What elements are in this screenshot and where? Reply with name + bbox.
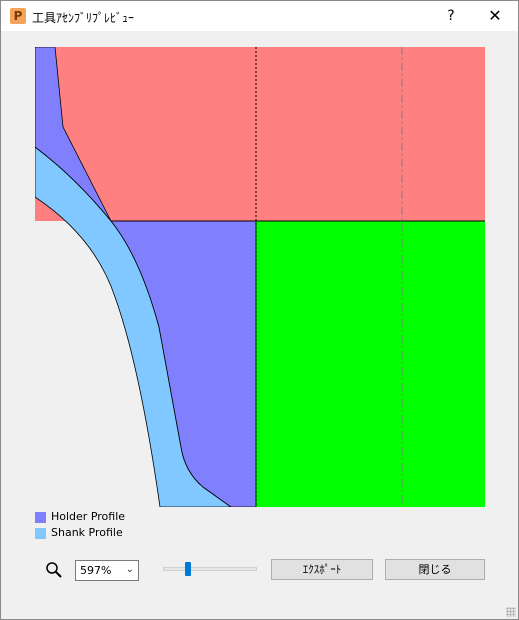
tool-preview-canvas[interactable] <box>35 47 485 507</box>
cutter-green-region <box>256 221 485 507</box>
legend-swatch-holder <box>35 512 46 523</box>
title-bar: P 工具ｱｾﾝﾌﾞﾘﾌﾟﾚﾋﾞｭｰ ? ✕ <box>1 1 518 31</box>
zoom-slider-thumb[interactable] <box>185 562 191 576</box>
close-button[interactable]: 閉じる <box>385 559 485 580</box>
legend-label-holder: Holder Profile <box>51 510 126 523</box>
tool-assembly-preview-window: P 工具ｱｾﾝﾌﾞﾘﾌﾟﾚﾋﾞｭｰ ? ✕ Holder Profile Sha… <box>0 0 519 620</box>
window-title: 工具ｱｾﾝﾌﾞﾘﾌﾟﾚﾋﾞｭｰ <box>32 11 135 25</box>
zoom-select[interactable]: 597% ⌄ <box>75 560 139 581</box>
close-window-button[interactable]: ✕ <box>483 4 507 28</box>
chevron-down-icon: ⌄ <box>125 564 134 575</box>
export-button[interactable]: ｴｸｽﾎﾟｰﾄ <box>271 559 373 580</box>
legend-label-shank: Shank Profile <box>51 526 123 539</box>
cutter-red-region <box>35 47 485 221</box>
legend-swatch-shank <box>35 528 46 539</box>
app-icon: P <box>10 8 26 24</box>
zoom-value: 597% <box>80 564 112 577</box>
tool-preview-drawing <box>35 47 485 507</box>
magnifier-icon <box>46 562 62 578</box>
zoom-slider-track[interactable] <box>163 567 257 571</box>
resize-grip-icon[interactable] <box>506 607 516 617</box>
help-button[interactable]: ? <box>439 4 463 28</box>
